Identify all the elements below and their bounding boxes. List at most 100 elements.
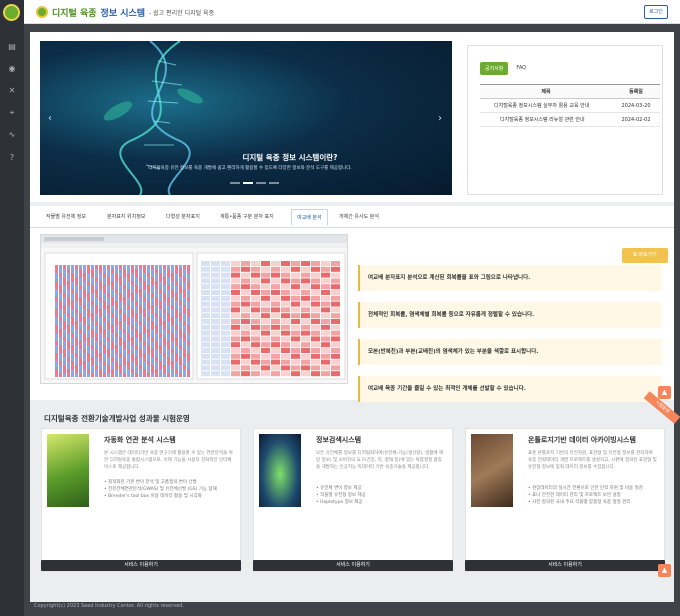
preview-cell	[291, 307, 300, 313]
preview-cell	[167, 309, 170, 313]
slider-dot[interactable]	[230, 182, 240, 184]
preview-cell	[127, 369, 130, 373]
slider-dot[interactable]	[256, 182, 266, 184]
service-button-gwas[interactable]: 서비스 이용하기	[41, 560, 241, 571]
dna-icon[interactable]: ✕	[7, 86, 17, 96]
tab-similarity-analysis[interactable]: 개체간 유사도 분석	[339, 213, 379, 220]
preview-cell	[147, 341, 150, 345]
preview-cell	[251, 266, 260, 272]
preview-cell	[175, 353, 178, 357]
preview-cell	[201, 261, 210, 266]
notice-title[interactable]: 디지털육종 정보시스템 실무자 활용 교육 안내	[480, 98, 612, 113]
preview-cell	[251, 365, 260, 371]
preview-cell	[147, 301, 150, 305]
help-icon[interactable]: ?	[7, 153, 17, 163]
preview-cell	[87, 357, 90, 361]
database-icon[interactable]: ◉	[7, 64, 17, 74]
tab-genome-info[interactable]: 작물별 유전체 정보	[46, 213, 86, 220]
preview-cell	[119, 333, 122, 337]
preview-cell	[175, 317, 178, 321]
document-icon[interactable]: ▤	[7, 42, 17, 52]
preview-cell	[167, 329, 170, 333]
preview-cell	[119, 265, 122, 269]
login-button[interactable]: 로그인	[644, 5, 668, 19]
preview-cell	[59, 325, 62, 329]
slider-dot-active[interactable]	[243, 182, 253, 184]
preview-cell	[187, 369, 190, 373]
card-bullets: • 최적화된 기본 변이 분석 및 고품질의 변이 선발 • 전유전체연관분석(…	[104, 479, 236, 500]
preview-cell	[55, 317, 58, 321]
preview-cell	[111, 305, 114, 309]
service-button-search[interactable]: 서비스 이용하기	[253, 560, 453, 571]
preview-cell	[331, 359, 340, 365]
tab-faq[interactable]: FAQ	[512, 62, 530, 75]
preview-cell	[221, 295, 230, 301]
preview-cell	[127, 349, 130, 353]
preview-cell	[179, 269, 182, 273]
preview-cell	[261, 301, 270, 307]
preview-cell	[91, 269, 94, 273]
preview-cell	[179, 349, 182, 353]
preview-cell	[147, 285, 150, 289]
tab-variety-marker[interactable]: 계통•품종 구분 분자 표지	[220, 213, 274, 220]
preview-cell	[79, 345, 82, 349]
preview-cell	[147, 329, 150, 333]
tab-backcross-analysis[interactable]: 여교배 분석	[291, 209, 328, 226]
preview-cell	[231, 365, 240, 371]
preview-cell	[147, 293, 150, 297]
preview-cell	[331, 301, 340, 307]
scroll-top-button[interactable]: ▲	[658, 386, 671, 399]
preview-cell	[111, 313, 114, 317]
preview-cell	[159, 353, 162, 357]
preview-cell	[183, 369, 186, 373]
preview-cell	[95, 325, 98, 329]
preview-cell	[159, 281, 162, 285]
preview-cell	[91, 369, 94, 373]
hero-next-icon[interactable]: ›	[438, 113, 442, 124]
preview-cell	[187, 349, 190, 353]
preview-cell	[155, 317, 158, 321]
notice-title[interactable]: 디지털육종 정보시스템 리뉴얼 관련 안내	[480, 112, 612, 127]
preview-cell	[331, 319, 340, 324]
tab-polymorphic-marker[interactable]: 다형성 분자표지	[166, 213, 200, 220]
footer-copyright: Copyright(c) 2023 Seed Industry Center. …	[34, 603, 185, 609]
service-button-archive[interactable]: 서비스 이용하기	[465, 560, 665, 571]
preview-cell	[63, 269, 66, 273]
scroll-top-button[interactable]: ▲	[658, 564, 671, 577]
preview-cell	[127, 285, 130, 289]
preview-cell	[63, 349, 66, 353]
preview-cell	[179, 289, 182, 293]
tab-marker-position[interactable]: 분자표지 위치정보	[107, 213, 145, 220]
hero-prev-icon[interactable]: ‹	[48, 113, 52, 124]
preview-cell	[63, 321, 66, 325]
preview-cell	[87, 361, 90, 365]
preview-cell	[143, 373, 146, 377]
preview-cell	[111, 337, 114, 341]
preview-cell	[187, 333, 190, 337]
preview-cell	[71, 313, 74, 317]
map-pin-icon[interactable]: ⌖	[7, 108, 17, 118]
slider-dot[interactable]	[269, 182, 279, 184]
go-button[interactable]: ⧉ 바로가기	[622, 248, 668, 263]
preview-cell	[131, 345, 134, 349]
slider-dots[interactable]	[230, 182, 279, 184]
preview-cell	[79, 301, 82, 305]
tab-notice[interactable]: 공지사항	[480, 62, 509, 75]
preview-cell	[63, 305, 66, 309]
preview-cell	[167, 357, 170, 361]
analytics-icon[interactable]: ∿	[7, 130, 17, 140]
preview-cell	[139, 265, 142, 269]
preview-cell	[107, 341, 110, 345]
preview-cell	[131, 293, 134, 297]
preview-cell	[135, 301, 138, 305]
preview-cell	[103, 277, 106, 281]
preview-cell	[107, 325, 110, 329]
preview-cell	[103, 341, 106, 345]
logo[interactable]	[3, 4, 20, 21]
preview-cell	[79, 289, 82, 293]
table-row[interactable]: 디지털육종 정보시스템 리뉴얼 관련 안내 2024-02-02	[480, 112, 660, 127]
preview-cell	[311, 290, 320, 295]
brand[interactable]: 디지털 육종 정보 시스템 - 쉽고 편리한 디지털 육종	[36, 4, 214, 20]
table-row[interactable]: 디지털육종 정보시스템 실무자 활용 교육 안내 2024-03-20	[480, 98, 660, 113]
preview-cell	[59, 373, 62, 377]
